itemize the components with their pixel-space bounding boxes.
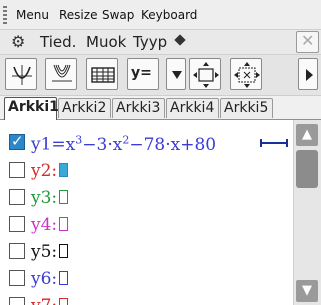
family-graph-icon [52, 64, 72, 82]
function-checkbox-y4[interactable] [9, 216, 25, 232]
input-box[interactable] [59, 244, 69, 258]
function-label-y4[interactable]: y4: [31, 215, 69, 235]
function-label-y7[interactable]: y7: [31, 296, 69, 305]
function-label-y2[interactable]: y2: [31, 161, 69, 181]
function-type-label: y= [131, 65, 152, 81]
function-checkbox-y1[interactable]: ✓ [9, 132, 25, 150]
menu-item-file[interactable]: Tied. [40, 33, 76, 51]
function-row-y4[interactable]: y4: [0, 210, 291, 237]
function-list: ✓ y1=x3−3·x2−78·x+80 y2: y3: y4: y5: y6:… [0, 120, 291, 305]
sheet-tabs: Arkki1 Arkki2 Arkki3 Arkki4 Arkki5 [0, 96, 321, 120]
menu-item-edit[interactable]: Muok [86, 33, 126, 51]
menu-item-menu[interactable]: Menu [16, 8, 49, 22]
function-label-y1[interactable]: y1=x3−3·x2−78·x+80 [31, 133, 216, 155]
function-label-y3[interactable]: y3: [31, 188, 69, 208]
input-box[interactable] [59, 298, 69, 305]
table-button[interactable] [86, 58, 118, 90]
tab-arkki3[interactable]: Arkki3 [112, 98, 165, 118]
scroll-down-button[interactable]: ▼ [296, 280, 318, 302]
triangle-up-icon: ▲ [302, 127, 312, 142]
graph-window-button[interactable] [5, 58, 37, 90]
function-row-y1[interactable]: ✓ y1=x3−3·x2−78·x+80 [0, 128, 291, 155]
function-checkbox-y3[interactable] [9, 189, 25, 205]
triangle-down-icon: ▼ [302, 283, 312, 298]
function-checkbox-y6[interactable] [9, 270, 25, 286]
tab-arkki4[interactable]: Arkki4 [166, 98, 219, 118]
tab-arkki5[interactable]: Arkki5 [220, 98, 273, 118]
check-icon: ✓ [11, 132, 24, 150]
view-window-icon [193, 62, 219, 88]
input-box[interactable] [59, 190, 69, 204]
graph-toolbar: y= [0, 55, 321, 96]
function-row-y2[interactable]: y2: [0, 156, 291, 183]
scroll-thumb[interactable] [296, 150, 318, 188]
draw-family-button[interactable] [45, 58, 77, 90]
close-button[interactable]: ✕ [296, 31, 319, 53]
scroll-up-button[interactable]: ▲ [296, 124, 318, 146]
function-row-y6[interactable]: y6: [0, 264, 291, 291]
tab-arkki1[interactable]: Arkki1 [4, 97, 59, 120]
vertical-scrollbar[interactable]: ▲ ▼ [293, 120, 321, 305]
function-checkbox-y2[interactable] [9, 162, 25, 178]
view-window-button[interactable] [189, 58, 221, 90]
function-type-dropdown[interactable] [166, 58, 186, 90]
function-row-y7[interactable]: y7: [0, 291, 291, 305]
drag-grip-icon[interactable] [3, 6, 7, 24]
diamond-menu-icon[interactable] [174, 34, 186, 46]
toolbar-scroll-right[interactable] [298, 58, 318, 90]
menu-item-type[interactable]: Tyyp [133, 33, 167, 51]
menu-item-swap[interactable]: Swap [102, 8, 134, 22]
function-label-y6[interactable]: y6: [31, 269, 69, 289]
function-type-button[interactable]: y= [127, 58, 159, 90]
gear-icon[interactable]: ⚙ [11, 32, 25, 51]
function-row-y5[interactable]: y5: [0, 237, 291, 264]
function-expression-y1[interactable]: x3−3·x2−78·x+80 [66, 133, 216, 155]
function-label-y5[interactable]: y5: [31, 242, 69, 262]
menu-item-resize[interactable]: Resize [59, 8, 97, 22]
triangle-down-icon [172, 71, 182, 79]
tab-arkki2[interactable]: Arkki2 [58, 98, 111, 118]
table-icon [91, 67, 115, 83]
zoom-auto-icon [234, 62, 260, 88]
app-menu-bar: ⚙ Tied. Muok Tyyp ✕ [0, 30, 321, 55]
graph-icon [12, 65, 32, 85]
function-checkbox-y5[interactable] [9, 243, 25, 259]
triangle-right-icon [306, 69, 313, 81]
input-box[interactable] [59, 217, 69, 231]
close-icon: ✕ [301, 31, 315, 50]
line-style-indicator[interactable] [260, 139, 288, 147]
function-checkbox-y7[interactable] [9, 297, 25, 305]
zoom-auto-button[interactable] [230, 58, 262, 90]
menu-item-keyboard[interactable]: Keyboard [141, 8, 197, 22]
function-row-y3[interactable]: y3: [0, 183, 291, 210]
input-box[interactable] [59, 271, 69, 285]
system-menu-bar: Menu Resize Swap Keyboard [0, 0, 321, 30]
text-cursor [59, 163, 69, 177]
